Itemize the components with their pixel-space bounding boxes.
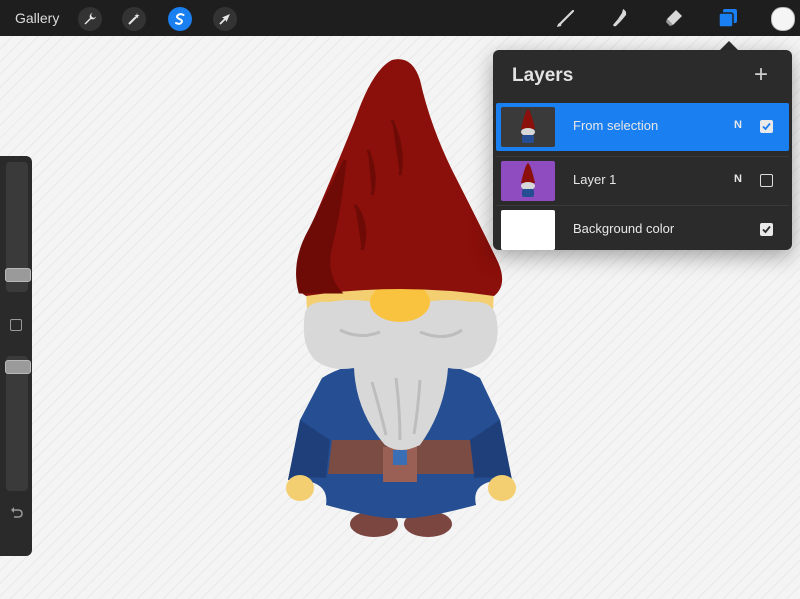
left-sidebar <box>0 156 32 556</box>
undo-icon <box>11 507 23 518</box>
layer-thumbnail <box>501 210 555 250</box>
layer-visibility-checkbox[interactable] <box>760 174 773 187</box>
layer-thumbnail <box>501 107 555 147</box>
blend-mode-button[interactable]: N <box>734 119 742 131</box>
layer-name: Background color <box>573 221 675 236</box>
belt-buckle-inner <box>393 450 407 465</box>
eraser-icon <box>666 10 682 26</box>
left-hand <box>286 475 314 501</box>
gallery-button[interactable]: Gallery <box>15 10 59 26</box>
wrench-icon <box>84 13 96 25</box>
actions-button[interactable] <box>78 7 102 31</box>
color-picker-button[interactable] <box>771 7 795 31</box>
brush-icon <box>557 9 575 27</box>
layer-visibility-checkbox[interactable] <box>760 223 773 236</box>
blend-mode-button[interactable]: N <box>734 173 742 185</box>
add-layer-button[interactable]: + <box>754 63 768 87</box>
selection-s-icon <box>175 13 185 25</box>
opacity-thumb[interactable] <box>5 360 31 374</box>
transform-button[interactable] <box>213 7 237 31</box>
layer-name: From selection <box>573 118 659 133</box>
layers-button[interactable] <box>716 6 740 30</box>
eraser-button[interactable] <box>662 6 686 30</box>
checkmark-icon <box>762 122 771 131</box>
layer-name: Layer 1 <box>573 172 617 187</box>
layers-panel: Layers + From selection N Layer 1 N Back… <box>493 50 792 250</box>
layer-visibility-checkbox[interactable] <box>760 120 773 133</box>
brush-button[interactable] <box>554 6 578 30</box>
right-hand <box>488 475 516 501</box>
brush-size-thumb[interactable] <box>5 268 31 282</box>
layers-title: Layers <box>512 65 574 86</box>
selection-button[interactable] <box>168 7 192 31</box>
layer-thumbnail <box>501 161 555 201</box>
checkmark-icon <box>762 225 771 234</box>
undo-button[interactable] <box>9 504 25 520</box>
layer-row-layer-1[interactable]: Layer 1 N <box>496 156 789 205</box>
layers-icon <box>718 9 737 28</box>
layer-row-background-color[interactable]: Background color <box>496 205 789 254</box>
magic-wand-icon <box>128 13 140 25</box>
layers-panel-pointer <box>720 41 738 50</box>
arrow-cursor-icon <box>219 14 230 25</box>
adjustments-button[interactable] <box>122 7 146 31</box>
layer-row-from-selection[interactable]: From selection N <box>496 103 789 151</box>
modify-button[interactable] <box>10 319 22 331</box>
smudge-icon <box>613 9 627 27</box>
smudge-button[interactable] <box>608 6 632 30</box>
opacity-slider[interactable] <box>6 356 28 491</box>
top-toolbar: Gallery <box>0 0 800 36</box>
